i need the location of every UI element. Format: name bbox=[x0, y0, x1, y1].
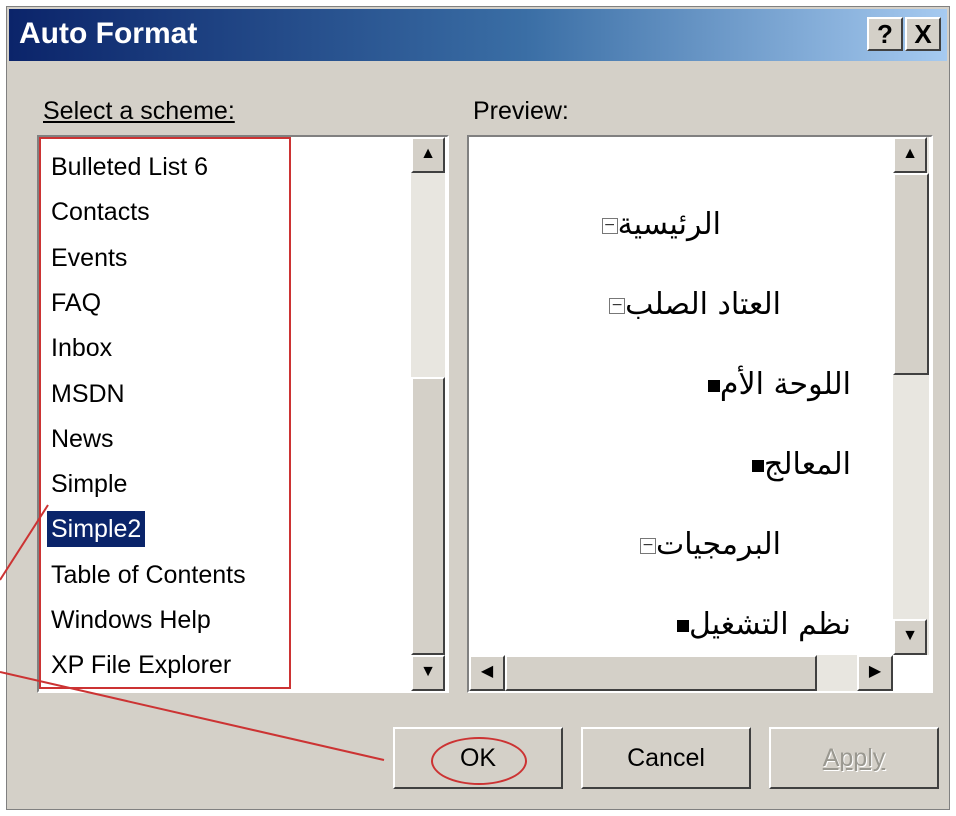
preview-tree-node: الرئيسية− bbox=[592, 207, 721, 242]
scheme-scrollbar[interactable]: ▲ ▼ bbox=[411, 137, 445, 691]
scroll-up-button[interactable]: ▲ bbox=[411, 137, 445, 173]
preview-scroll-right-button[interactable]: ▶ bbox=[857, 655, 893, 691]
preview-node-text: اللوحة الأم bbox=[719, 367, 851, 402]
square-bullet-icon bbox=[677, 619, 689, 632]
preview-node-text: المعالج bbox=[764, 447, 851, 482]
close-button[interactable]: X bbox=[905, 17, 941, 51]
minus-box-icon[interactable]: − bbox=[640, 537, 657, 554]
preview-horizontal-thumb[interactable] bbox=[505, 655, 817, 691]
square-bullet-icon bbox=[752, 459, 765, 472]
arrow-up-icon: ▲ bbox=[420, 145, 436, 162]
preview-tree-node: العتاد الصلب− bbox=[599, 287, 781, 322]
auto-format-dialog: Auto Format ? X Select a scheme: Bullete… bbox=[6, 6, 950, 810]
preview-scroll-left-button[interactable]: ◀ bbox=[469, 655, 505, 691]
arrow-down-icon: ▼ bbox=[902, 627, 918, 644]
arrow-right-icon: ▶ bbox=[868, 663, 882, 680]
arrow-up-icon: ▲ bbox=[902, 145, 918, 162]
apply-button[interactable]: Apply bbox=[769, 727, 939, 789]
minus-box-icon[interactable]: − bbox=[601, 217, 618, 234]
help-button[interactable]: ? bbox=[867, 17, 903, 51]
annotation-box bbox=[39, 137, 291, 689]
minus-box-icon[interactable]: − bbox=[609, 297, 626, 314]
preview-horizontal-scrollbar[interactable]: ◀ ▶ bbox=[469, 655, 893, 691]
preview-tree-node: نظم التشغيل bbox=[665, 607, 851, 642]
preview-node-text: الرئيسية bbox=[617, 207, 721, 242]
preview-scroll-up-button[interactable]: ▲ bbox=[893, 137, 927, 173]
scroll-thumb[interactable] bbox=[411, 377, 445, 655]
preview-pane[interactable]: الرئيسية− العتاد الصلب− اللوحة الأم المعالج… bbox=[467, 135, 933, 693]
select-scheme-label-text: Select a scheme: bbox=[43, 97, 235, 125]
preview-tree-node: المعالج bbox=[740, 447, 851, 482]
preview-tree-node: البرمجيات− bbox=[630, 527, 781, 562]
preview-node-text: البرمجيات bbox=[656, 527, 781, 562]
preview-vertical-thumb[interactable] bbox=[893, 173, 929, 375]
preview-tree-node: اللوحة الأم bbox=[696, 367, 851, 402]
select-scheme-label: Select a scheme: bbox=[43, 97, 235, 126]
preview-scroll-down-button[interactable]: ▼ bbox=[893, 619, 927, 655]
apply-button-label: Apply bbox=[822, 744, 886, 772]
preview-node-text: نظم التشغيل bbox=[689, 607, 851, 642]
preview-label: Preview: bbox=[473, 97, 569, 125]
square-bullet-icon bbox=[707, 379, 720, 392]
window-title: Auto Format bbox=[19, 17, 198, 50]
title-bar[interactable]: Auto Format ? X bbox=[9, 9, 947, 61]
annotation-oval bbox=[431, 737, 527, 785]
cancel-button[interactable]: Cancel bbox=[581, 727, 751, 789]
arrow-down-icon: ▼ bbox=[420, 663, 436, 680]
preview-node-text: العتاد الصلب bbox=[625, 287, 781, 322]
arrow-left-icon: ◀ bbox=[480, 663, 494, 680]
scroll-down-button[interactable]: ▼ bbox=[411, 655, 445, 691]
preview-vertical-scrollbar[interactable]: ▲ ▼ bbox=[893, 137, 929, 655]
